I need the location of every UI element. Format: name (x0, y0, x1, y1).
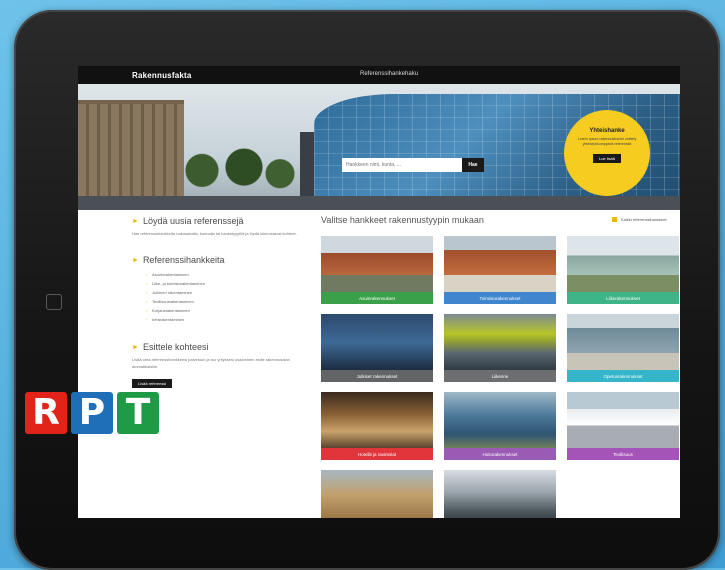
hero-search: Hae (342, 158, 484, 172)
section-references-title: Referenssihankkeita (142, 255, 225, 266)
rpt-logo-letter: P (71, 392, 113, 434)
nav-link-reference-search[interactable]: Referenssihanke­haku (360, 71, 418, 77)
reference-category-item[interactable]: Korjausrakentaminen (146, 306, 312, 315)
search-button[interactable]: Hae (462, 158, 484, 172)
hero-building-left (78, 104, 184, 204)
home-button-icon (46, 294, 62, 310)
section-showcase-title: Esittele kohteesi (142, 342, 209, 353)
card-image (567, 392, 679, 448)
reference-category-item[interactable]: Asuntorakentaminen (146, 270, 312, 279)
card-label: Asuinrakennukset (321, 292, 433, 304)
card-image (567, 314, 679, 370)
all-references-label: Kaikki referenssihankkeet (621, 217, 667, 222)
card-image (321, 470, 433, 518)
card-label: Liikerakennukset (567, 292, 679, 304)
card-image (567, 236, 679, 292)
grid-title: Valitse hankkeet rakennustyypin mukaan (321, 215, 484, 225)
arrow-right-icon: ► (132, 343, 139, 351)
building-type-card[interactable]: Hotellit ja ravintolat (321, 392, 433, 460)
card-image (444, 236, 556, 292)
all-references-link[interactable]: Kaikki referenssihankkeet (612, 217, 667, 222)
building-type-card[interactable]: Asuinrakennukset (321, 236, 433, 304)
card-label: Hoitorakennukset (444, 448, 556, 460)
hero-ground (78, 196, 680, 210)
card-image (444, 314, 556, 370)
promo-button[interactable]: Lue lisää (592, 154, 621, 164)
building-type-card[interactable]: Liikenne (444, 314, 556, 382)
promo-circle: Yhteishanke Lorem ipsum rakennushanke es… (564, 110, 650, 196)
card-label: Julkiset rakennukset (321, 370, 433, 382)
add-reference-button[interactable]: Lisää referenssi (132, 379, 173, 389)
section-showcase-heading: ► Esittele kohteesi (132, 342, 312, 352)
building-type-card[interactable]: Teollisuus (567, 392, 679, 460)
promo-text: Lorem ipsum rakennushanke esittely yhtei… (577, 137, 637, 147)
card-image (321, 314, 433, 370)
reference-category-list: Asuntorakentaminen Liike- ja toimistorak… (146, 270, 312, 324)
section-references-heading: ► Referenssihankkeita (132, 255, 312, 265)
card-label: Opetusrakennukset (567, 370, 679, 382)
section-find-title: Löydä uusia referenssejä (142, 216, 244, 226)
card-image (321, 392, 433, 448)
promo-title: Yhteishanke (589, 128, 625, 134)
reference-category-item[interactable]: Infrarakentaminen (146, 315, 312, 324)
building-type-card[interactable]: Liikerakennukset (567, 236, 679, 304)
reference-category-item[interactable]: Liike- ja toimistorakentaminen (146, 279, 312, 288)
top-nav-bar: Rakennusfakta Referenssihanke­haku (78, 66, 680, 84)
hero-banner: Hae Yhteishanke Lorem ipsum rakennushank… (78, 84, 680, 210)
card-image (444, 470, 556, 518)
search-input[interactable] (342, 158, 462, 172)
card-label: Toimistorakennukset (444, 292, 556, 304)
card-image (444, 392, 556, 448)
building-type-card[interactable]: Opetusrakennukset (567, 314, 679, 382)
site-logo[interactable]: Rakennusfakta (132, 71, 192, 80)
rpt-logo-letter: T (117, 392, 159, 434)
card-label: Teollisuus (567, 448, 679, 460)
rpt-logo-letter: R (25, 392, 67, 434)
card-image (321, 236, 433, 292)
arrow-right-icon: ► (132, 217, 139, 225)
building-type-card[interactable] (321, 470, 433, 518)
card-label: Hotellit ja ravintolat (321, 448, 433, 460)
left-column: ► Löydä uusia referenssejä Hae referenss… (132, 216, 312, 390)
section-find-heading: ► Löydä uusia referenssejä (132, 216, 312, 226)
card-label: Liikenne (444, 370, 556, 382)
section-showcase-text: Lisää oma referenssihankkeesi palveluun … (132, 357, 290, 369)
reference-category-item[interactable]: Julkinen rakentaminen (146, 288, 312, 297)
square-icon (612, 217, 617, 222)
arrow-right-icon: ► (132, 256, 139, 264)
building-type-card[interactable]: Toimistorakennukset (444, 236, 556, 304)
building-type-card[interactable]: Julkiset rakennukset (321, 314, 433, 382)
reference-category-item[interactable]: Teollisuusrakentaminen (146, 297, 312, 306)
building-type-card[interactable]: Hoitorakennukset (444, 392, 556, 460)
screen: Rakennusfakta Referenssihanke­haku Hae Y… (78, 66, 680, 518)
building-type-card[interactable] (444, 470, 556, 518)
section-find-text: Hae referenssihankkeita hakusanalla, kun… (132, 231, 297, 236)
rpt-logo: R P T (25, 392, 159, 434)
